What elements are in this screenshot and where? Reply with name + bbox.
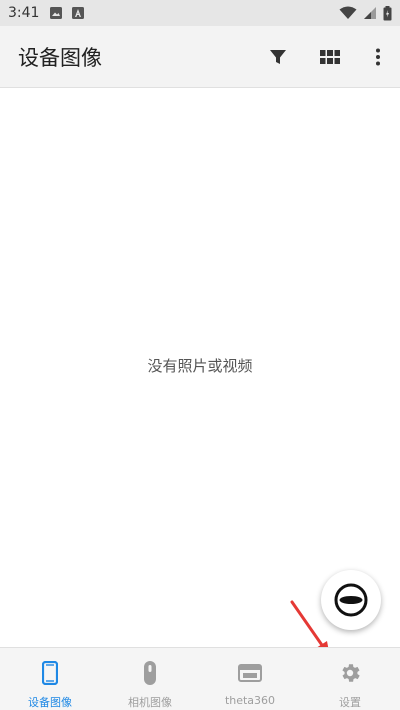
page-title: 设备图像	[18, 45, 102, 70]
signal-icon	[364, 7, 376, 19]
nav-item-theta360[interactable]: theta360	[200, 648, 300, 710]
app-notification-icon	[72, 7, 85, 19]
more-options-button[interactable]	[356, 26, 400, 87]
more-vert-icon	[376, 48, 380, 65]
status-bar: 3:41	[0, 0, 400, 26]
nav-label-camera-images: 相机图像	[128, 696, 172, 709]
grid-icon	[320, 49, 340, 64]
status-time: 3:41	[8, 5, 40, 21]
filter-icon	[270, 49, 286, 64]
bottom-navigation: 设备图像 相机图像 theta360 设置	[0, 647, 400, 710]
nav-item-settings[interactable]: 设置	[300, 648, 400, 710]
notification-icons	[49, 6, 85, 20]
nav-item-device-images[interactable]: 设备图像	[0, 648, 100, 710]
phone-icon	[38, 660, 62, 686]
wifi-icon	[339, 6, 357, 19]
image-notification-icon	[50, 7, 63, 19]
app-bar-actions	[252, 26, 400, 87]
battery-icon	[383, 5, 392, 20]
theta-icon	[238, 660, 262, 686]
camera-icon	[138, 660, 162, 686]
empty-state-message: 没有照片或视频	[147, 357, 253, 375]
filter-button[interactable]	[252, 26, 304, 87]
status-right-icons	[339, 5, 392, 21]
nav-label-device-images: 设备图像	[28, 696, 72, 709]
nav-label-settings: 设置	[339, 696, 361, 709]
nav-label-theta360: theta360	[224, 694, 276, 707]
grid-view-button[interactable]	[304, 26, 356, 87]
theta-lens-icon	[334, 583, 368, 617]
app-bar: 设备图像	[0, 26, 400, 88]
gear-icon	[338, 660, 362, 686]
media-list-area: 没有照片或视频	[0, 89, 400, 647]
nav-item-camera-images[interactable]: 相机图像	[100, 648, 200, 710]
